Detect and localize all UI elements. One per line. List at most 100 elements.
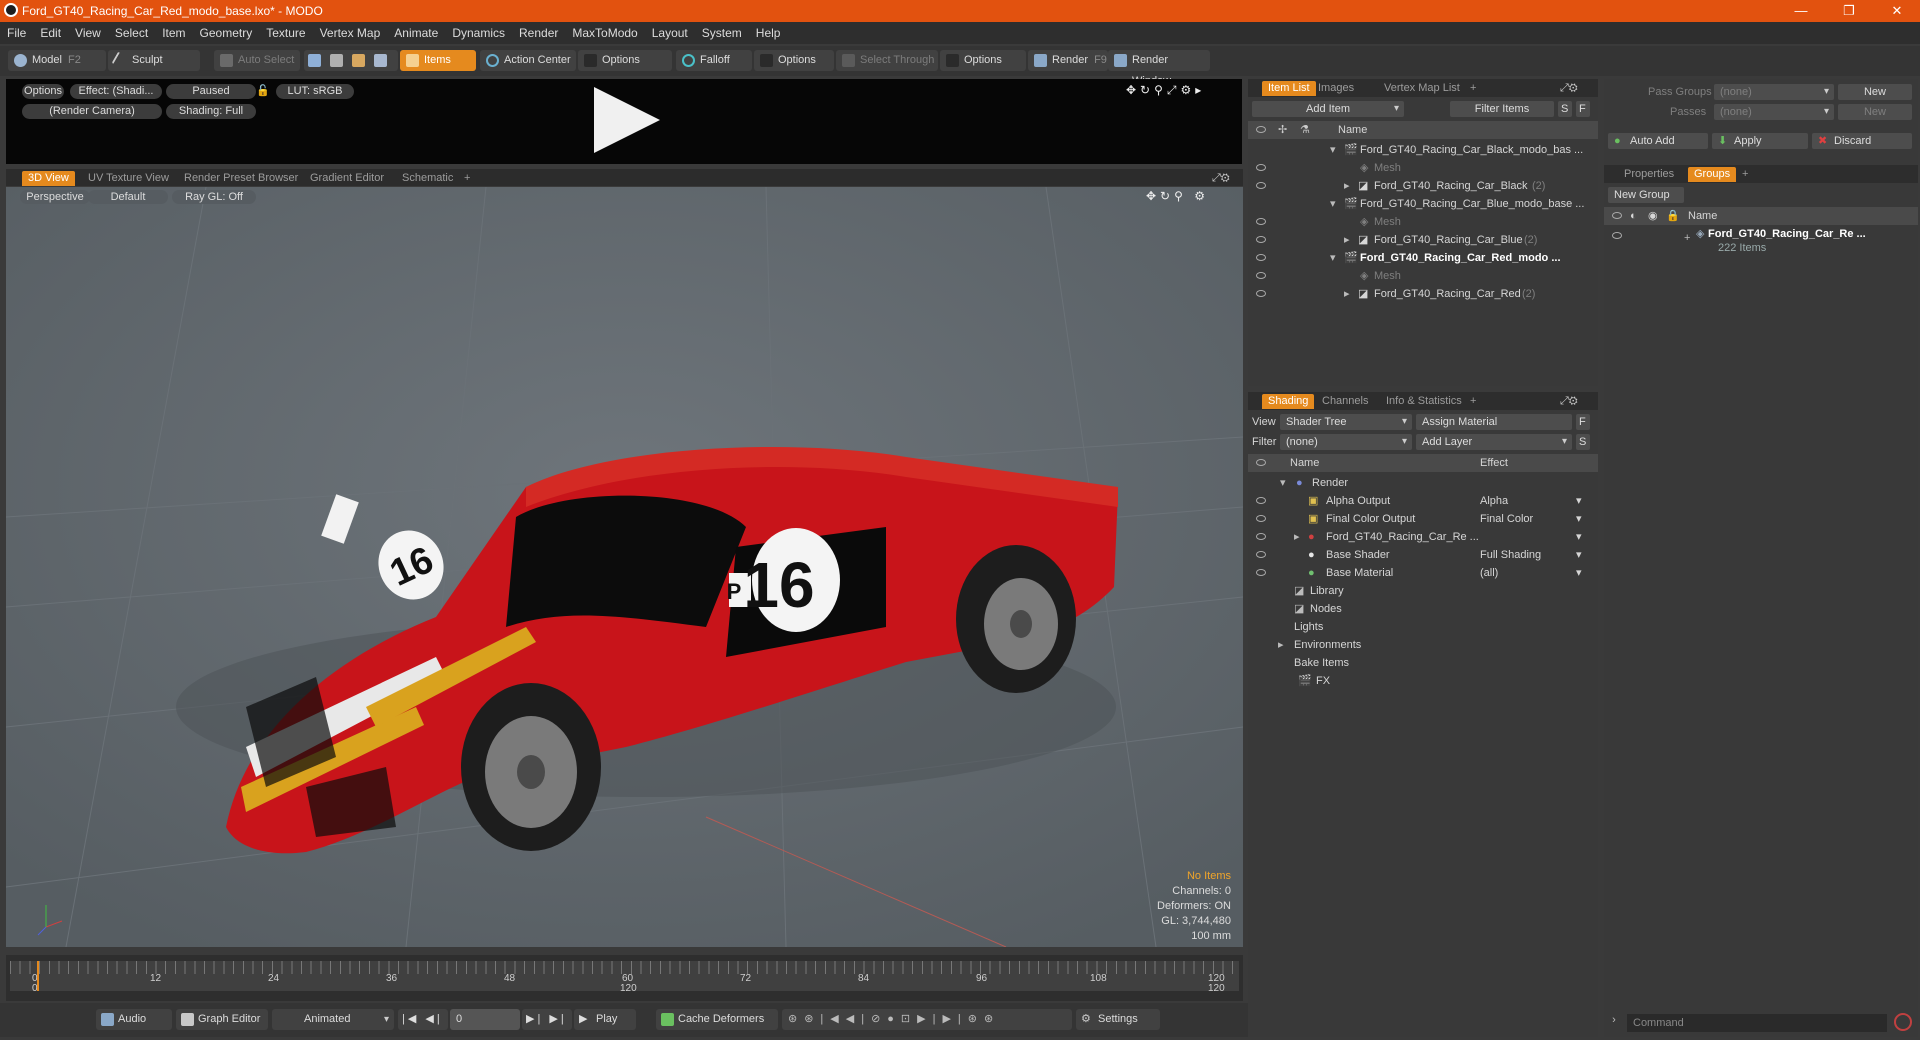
shader-row[interactable]: ▣ Alpha Output Alpha ▾ [1248,492,1598,510]
tab-channels[interactable]: Channels [1316,394,1374,409]
animated-dropdown[interactable]: Animated [272,1009,394,1030]
list-item[interactable]: ▸ ◪ Ford_GT40_Racing_Car_Blue (2) [1248,231,1598,249]
shader-effect[interactable]: Full Shading [1480,546,1541,564]
list-item[interactable]: ▸ ◪ Ford_GT40_Racing_Car_Red (2) [1248,285,1598,303]
shader-row[interactable]: ◪ Nodes [1248,600,1598,618]
panel-expand-icon[interactable]: ⤢⚙ [1554,394,1584,409]
tab-images[interactable]: Images [1312,81,1360,96]
model-button[interactable]: Model F2 [8,50,106,71]
menu-help[interactable]: Help [749,22,788,44]
vertices-mode-icon[interactable] [308,54,321,67]
menu-layout[interactable]: Layout [645,22,695,44]
effect-column-header[interactable]: Effect [1480,454,1508,472]
add-tab-button[interactable]: + [1736,167,1754,182]
visibility-eye-icon[interactable] [1612,232,1622,239]
graph-editor-button[interactable]: Graph Editor [176,1009,268,1030]
visibility-eye-icon[interactable] [1256,459,1266,466]
expand-arrow-icon[interactable]: ▸ [1344,285,1350,303]
transport-next-buttons[interactable]: ▶| ▶| [522,1009,572,1030]
chevron-down-icon[interactable]: ▾ [1576,492,1582,510]
frame-input[interactable]: 0 [450,1009,520,1030]
tab-properties[interactable]: Properties [1618,167,1680,182]
expand-arrow-icon[interactable]: ▾ [1330,141,1336,159]
menu-animate[interactable]: Animate [387,22,445,44]
menu-geometry[interactable]: Geometry [193,22,260,44]
visibility-eye-icon[interactable] [1256,236,1266,243]
visibility-eye-icon[interactable] [1612,212,1622,219]
tab-3d-view[interactable]: 3D View [22,171,75,186]
assign-material-button[interactable]: Assign Material [1416,414,1572,430]
expand-arrow-icon[interactable]: ▾ [1280,474,1286,492]
shader-row[interactable]: ● Base Shader Full Shading ▾ [1248,546,1598,564]
audio-button[interactable]: Audio [96,1009,172,1030]
filter-items-input[interactable]: Filter Items [1450,101,1554,117]
add-tab-button[interactable]: + [1464,81,1482,96]
preview-lut-dropdown[interactable]: LUT: sRGB [276,84,354,99]
tab-groups[interactable]: Groups [1688,167,1737,182]
menu-vertex-map[interactable]: Vertex Map [313,22,388,44]
expand-plus-icon[interactable]: + [1684,229,1690,247]
preview-options-button[interactable]: Options [22,84,64,99]
view-perspective-dropdown[interactable]: Perspective [20,190,90,204]
action-center-options-button[interactable]: Options [578,50,672,71]
shader-effect[interactable]: Final Color [1480,510,1533,528]
list-item[interactable]: ◈ Mesh [1248,213,1598,231]
command-expand-icon[interactable]: › [1604,1008,1624,1032]
expand-arrow-icon[interactable]: ▸ [1344,231,1350,249]
visibility-eye-icon[interactable] [1256,164,1266,171]
new-pass-group-button[interactable]: New [1838,84,1912,100]
tab-vertex-map-list[interactable]: Vertex Map List [1378,81,1466,96]
raygl-toggle[interactable]: Ray GL: Off [172,190,256,204]
shader-row[interactable]: ▸ Environments [1248,636,1598,654]
cache-deformers-button[interactable]: Cache Deformers [656,1009,778,1030]
chevron-down-icon[interactable]: ▾ [1576,528,1582,546]
menu-maxtomodo[interactable]: MaxToModo [565,22,644,44]
list-item[interactable]: ◈ Mesh [1248,267,1598,285]
discard-button[interactable]: ✖ Discard [1812,133,1912,149]
expand-arrow-icon[interactable]: ▸ [1344,177,1350,195]
shader-row[interactable]: ▣ Final Color Output Final Color ▾ [1248,510,1598,528]
shader-effect[interactable]: Alpha [1480,492,1508,510]
view-shading-dropdown[interactable]: Default [88,190,168,204]
preview-paused-button[interactable]: Paused [166,84,256,99]
menu-view[interactable]: View [68,22,108,44]
pass-groups-dropdown[interactable]: (none) [1714,84,1834,100]
menu-dynamics[interactable]: Dynamics [445,22,512,44]
chevron-down-icon[interactable]: ▾ [1576,546,1582,564]
shader-row[interactable]: Lights [1248,618,1598,636]
menu-select[interactable]: Select [108,22,155,44]
shader-row[interactable]: ▾ ● Render [1248,474,1598,492]
visibility-eye-icon[interactable] [1256,126,1266,133]
apply-button[interactable]: ⬇ Apply [1712,133,1808,149]
name-column-header[interactable]: Name [1338,121,1367,139]
filter-dropdown[interactable]: (none) [1280,434,1412,450]
auto-select-button[interactable]: Auto Select [214,50,300,71]
key-tools-group[interactable]: ⊛⊛|◀◀|⊘●⊡▶|▶|⊛⊛ [782,1009,1072,1030]
panel-expand-icon[interactable]: ⤢⚙ [1554,81,1584,96]
filter-s-button[interactable]: S [1558,101,1572,117]
viewport-nav-icons[interactable]: ✥↻⚲ ⚙ [1146,189,1209,203]
shader-row[interactable]: Bake Items [1248,654,1598,672]
list-item[interactable]: ▾ 🎬 Ford_GT40_Racing_Car_Black_modo_bas ..… [1248,141,1598,159]
tab-info-statistics[interactable]: Info & Statistics [1380,394,1468,409]
add-tab-button[interactable]: + [1464,394,1482,409]
select-through-options-button[interactable]: Options [940,50,1026,71]
polygons-mode-icon[interactable] [352,54,365,67]
timeline-ruler[interactable]: 0 12 24 36 48 60 72 84 96 108 120 0 120 … [10,961,1239,994]
shader-effect[interactable]: (all) [1480,564,1498,582]
preview-effect-dropdown[interactable]: Effect: (Shadi... [70,84,162,99]
list-item[interactable]: ◈ Mesh [1248,159,1598,177]
playhead[interactable] [37,961,39,991]
action-center-button[interactable]: Action Center [480,50,576,71]
filter-f-button[interactable]: F [1576,101,1590,117]
3d-viewport[interactable]: 16 P 16 Perspective Default Ray GL: Off … [6,187,1243,947]
menu-render[interactable]: Render [512,22,565,44]
visibility-eye-icon[interactable] [1256,551,1266,558]
list-item[interactable]: ▸ ◪ Ford_GT40_Racing_Car_Black (2) [1248,177,1598,195]
visibility-eye-icon[interactable] [1256,515,1266,522]
menu-file[interactable]: File [0,22,33,44]
restore-button[interactable]: ❐ [1832,2,1866,20]
expand-arrow-icon[interactable]: ▾ [1330,195,1336,213]
tab-schematic[interactable]: Schematic [396,171,459,186]
shader-row[interactable]: ● Base Material (all) ▾ [1248,564,1598,582]
